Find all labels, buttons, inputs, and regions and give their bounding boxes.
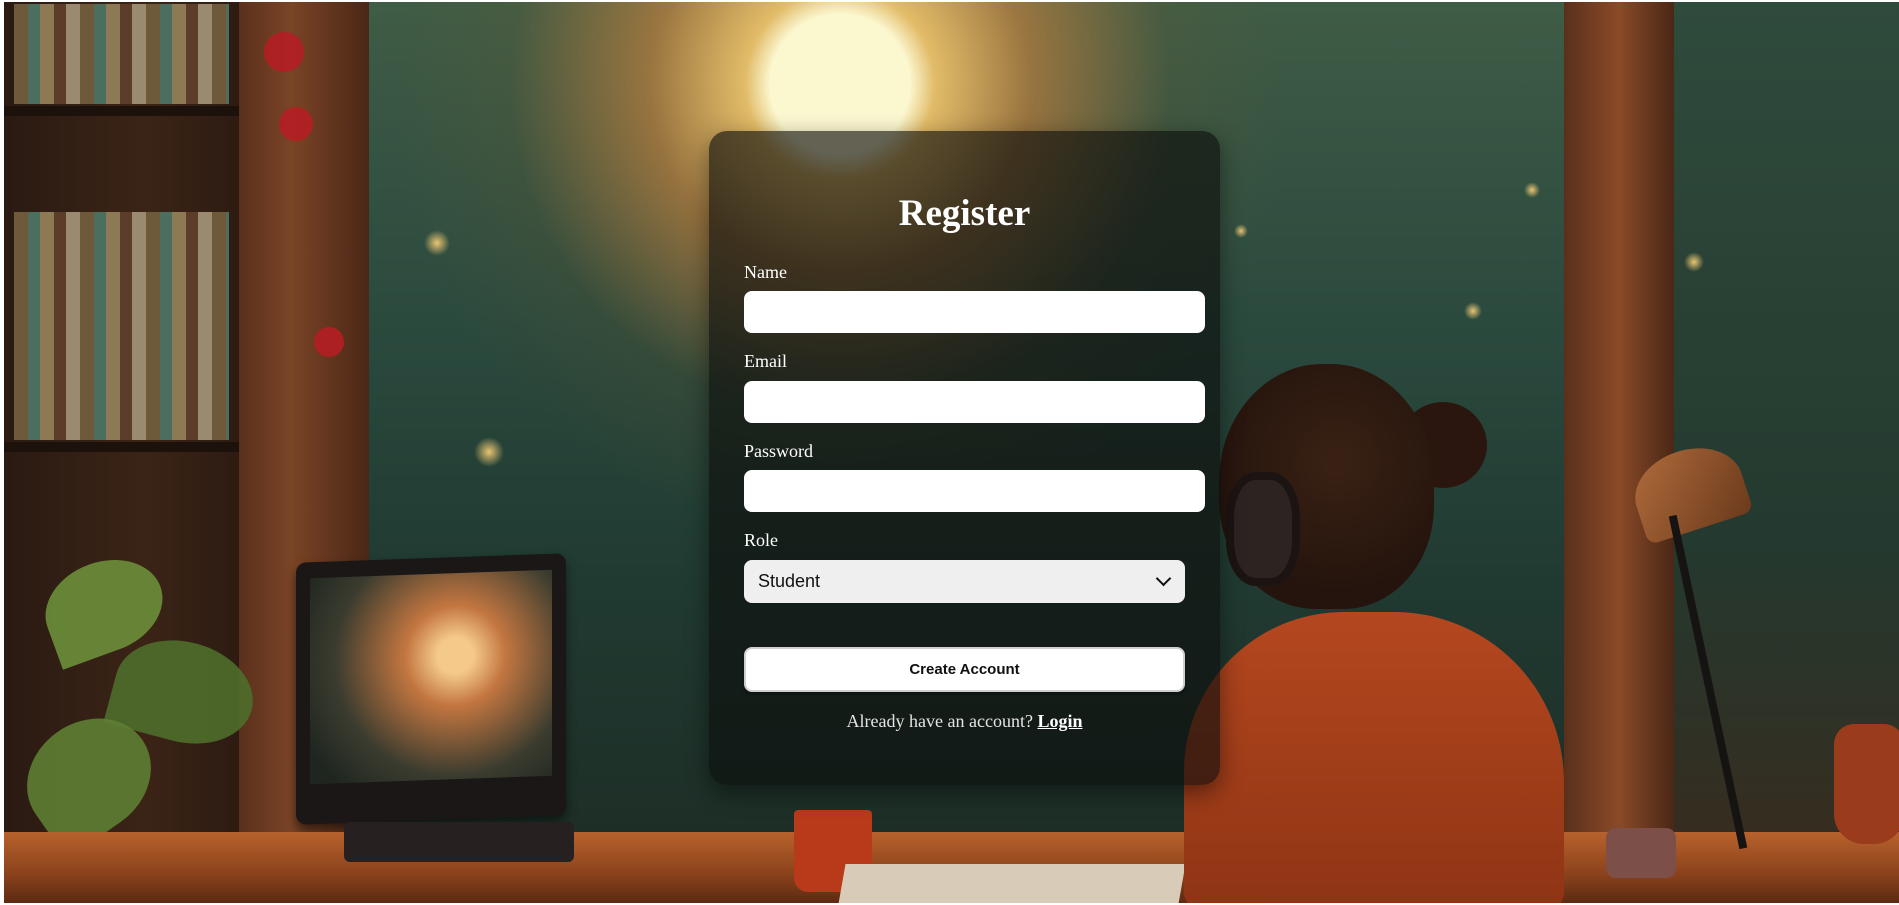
books-row [14, 212, 229, 440]
role-select[interactable]: Student [744, 560, 1185, 603]
person-body [1184, 612, 1564, 903]
login-link[interactable]: Login [1037, 711, 1082, 731]
monitor-screen [310, 569, 552, 785]
page-title: Register [898, 193, 1031, 234]
name-label: Name [744, 262, 787, 282]
firefly [1684, 252, 1704, 272]
shelf [4, 442, 239, 452]
email-label: Email [744, 351, 787, 371]
flower [264, 32, 304, 72]
firefly [474, 437, 504, 467]
name-input[interactable] [744, 291, 1205, 333]
firefly [1524, 182, 1540, 198]
books-row [14, 4, 229, 104]
password-label: Password [744, 441, 814, 461]
shelf [4, 106, 239, 116]
window-frame-right [1564, 2, 1674, 903]
headphones-icon [1226, 472, 1300, 586]
firefly [1464, 302, 1482, 320]
camera [1606, 828, 1676, 878]
role-selected-value: Student [758, 571, 821, 591]
password-input[interactable] [744, 470, 1205, 512]
keyboard [838, 864, 1186, 903]
role-label: Role [744, 530, 778, 550]
plant-pot [1834, 724, 1899, 844]
login-prompt-text: Already have an account? [846, 711, 1033, 731]
firefly [1234, 224, 1248, 238]
firefly [424, 230, 450, 256]
login-prompt: Already have an account? Login [709, 710, 1220, 732]
create-account-button[interactable]: Create Account [744, 647, 1185, 692]
computer-base [344, 822, 574, 862]
monitor [296, 553, 566, 825]
flower [314, 327, 344, 357]
chevron-down-icon [1155, 570, 1172, 587]
flower [279, 107, 313, 141]
email-input[interactable] [744, 381, 1205, 423]
